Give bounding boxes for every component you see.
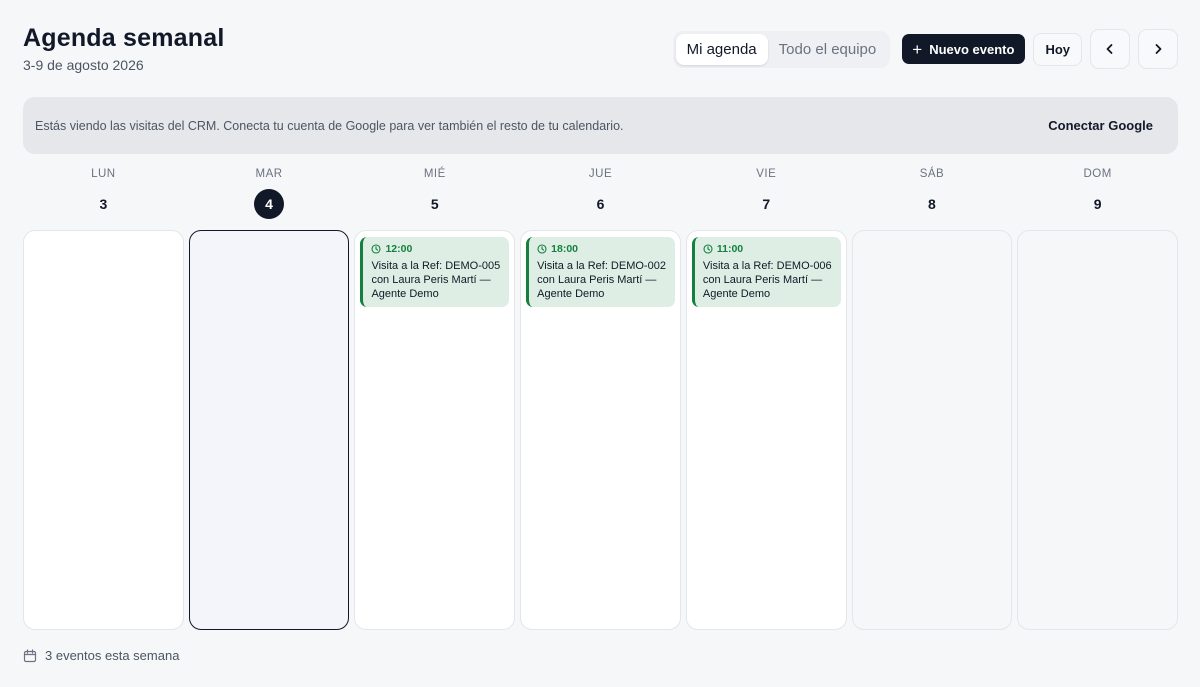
connect-google-button[interactable]: Conectar Google bbox=[1035, 118, 1166, 133]
banner-text: Estás viendo las visitas del CRM. Conect… bbox=[35, 118, 624, 133]
day-number[interactable]: 6 bbox=[586, 189, 616, 219]
event-time-label: 12:00 bbox=[385, 243, 413, 255]
day-column-thu[interactable]: 18:00 Visita a la Ref: DEMO-002 con Laur… bbox=[520, 230, 681, 630]
tab-whole-team[interactable]: Todo el equipo bbox=[768, 34, 888, 65]
event-card[interactable]: 12:00 Visita a la Ref: DEMO-005 con Laur… bbox=[360, 237, 510, 307]
new-event-label: Nuevo evento bbox=[929, 41, 1015, 57]
today-button[interactable]: Hoy bbox=[1033, 32, 1082, 66]
day-number[interactable]: 5 bbox=[420, 189, 450, 219]
event-time: 18:00 bbox=[537, 243, 668, 255]
chevron-left-icon bbox=[1106, 44, 1113, 54]
prev-week-button[interactable] bbox=[1090, 29, 1130, 69]
day-name: DOM bbox=[1083, 168, 1112, 180]
event-time: 12:00 bbox=[371, 243, 502, 255]
clock-icon bbox=[537, 244, 547, 254]
page-title: Agenda semanal bbox=[23, 24, 225, 52]
day-number[interactable]: 3 bbox=[88, 189, 118, 219]
day-name: VIE bbox=[756, 168, 777, 180]
page-header: Agenda semanal 3-9 de agosto 2026 bbox=[23, 24, 224, 73]
day-name: LUN bbox=[91, 168, 116, 180]
tab-my-agenda[interactable]: Mi agenda bbox=[675, 33, 768, 65]
next-week-button[interactable] bbox=[1138, 29, 1178, 69]
day-column-mon[interactable] bbox=[23, 230, 184, 630]
day-header-wed: MIÉ 5 bbox=[354, 168, 515, 219]
day-header-sat: SÁB 8 bbox=[852, 168, 1013, 219]
day-column-sat[interactable] bbox=[851, 230, 1013, 630]
week-grid: 12:00 Visita a la Ref: DEMO-005 con Laur… bbox=[23, 230, 1179, 630]
event-title: Visita a la Ref: DEMO-005 con Laura Peri… bbox=[371, 260, 501, 300]
event-card[interactable]: 18:00 Visita a la Ref: DEMO-002 con Laur… bbox=[526, 237, 675, 307]
day-name: MAR bbox=[255, 168, 283, 180]
day-header-thu: JUE 6 bbox=[520, 168, 681, 219]
event-time-label: 18:00 bbox=[551, 243, 579, 255]
new-event-button[interactable]: + Nuevo evento bbox=[902, 34, 1026, 64]
day-number[interactable]: 8 bbox=[917, 189, 947, 219]
day-header-fri: VIE 7 bbox=[686, 168, 847, 219]
week-summary: 3 eventos esta semana bbox=[23, 648, 179, 663]
toolbar: Mi agenda Todo el equipo + Nuevo evento … bbox=[672, 29, 1178, 69]
day-header-mon: LUN 3 bbox=[23, 168, 184, 219]
day-column-wed[interactable]: 12:00 Visita a la Ref: DEMO-005 con Laur… bbox=[354, 230, 516, 630]
date-range: 3-9 de agosto 2026 bbox=[23, 57, 144, 73]
event-time-label: 11:00 bbox=[716, 243, 744, 255]
chevron-right-icon bbox=[1155, 44, 1162, 54]
day-header-sun: DOM 9 bbox=[1017, 168, 1178, 219]
day-column-fri[interactable]: 11:00 Visita a la Ref: DEMO-006 con Laur… bbox=[685, 230, 847, 630]
day-name: JUE bbox=[588, 168, 613, 180]
day-headers: LUN 3 MAR 4 MIÉ 5 JUE 6 VIE 7 SÁB 8 DOM … bbox=[23, 168, 1178, 219]
event-title: Visita a la Ref: DEMO-006 con Laura Peri… bbox=[702, 260, 832, 300]
clock-icon bbox=[703, 244, 713, 254]
event-title: Visita a la Ref: DEMO-002 con Laura Peri… bbox=[537, 260, 666, 300]
day-column-tue[interactable] bbox=[188, 230, 350, 630]
event-count: 3 eventos esta semana bbox=[45, 648, 180, 663]
google-connect-banner: Estás viendo las visitas del CRM. Conect… bbox=[23, 97, 1178, 154]
day-name: MIÉ bbox=[423, 168, 446, 180]
day-name: SÁB bbox=[919, 168, 945, 180]
event-card[interactable]: 11:00 Visita a la Ref: DEMO-006 con Laur… bbox=[691, 237, 841, 307]
calendar-icon bbox=[23, 648, 37, 662]
day-column-sun[interactable] bbox=[1017, 230, 1179, 630]
day-number-today[interactable]: 4 bbox=[254, 189, 285, 219]
day-number[interactable]: 9 bbox=[1083, 189, 1113, 219]
day-number[interactable]: 7 bbox=[751, 189, 781, 219]
clock-icon bbox=[371, 244, 381, 254]
view-toggle: Mi agenda Todo el equipo bbox=[672, 30, 891, 68]
plus-icon: + bbox=[912, 39, 923, 59]
day-header-tue: MAR 4 bbox=[189, 168, 350, 219]
event-time: 11:00 bbox=[703, 243, 834, 255]
